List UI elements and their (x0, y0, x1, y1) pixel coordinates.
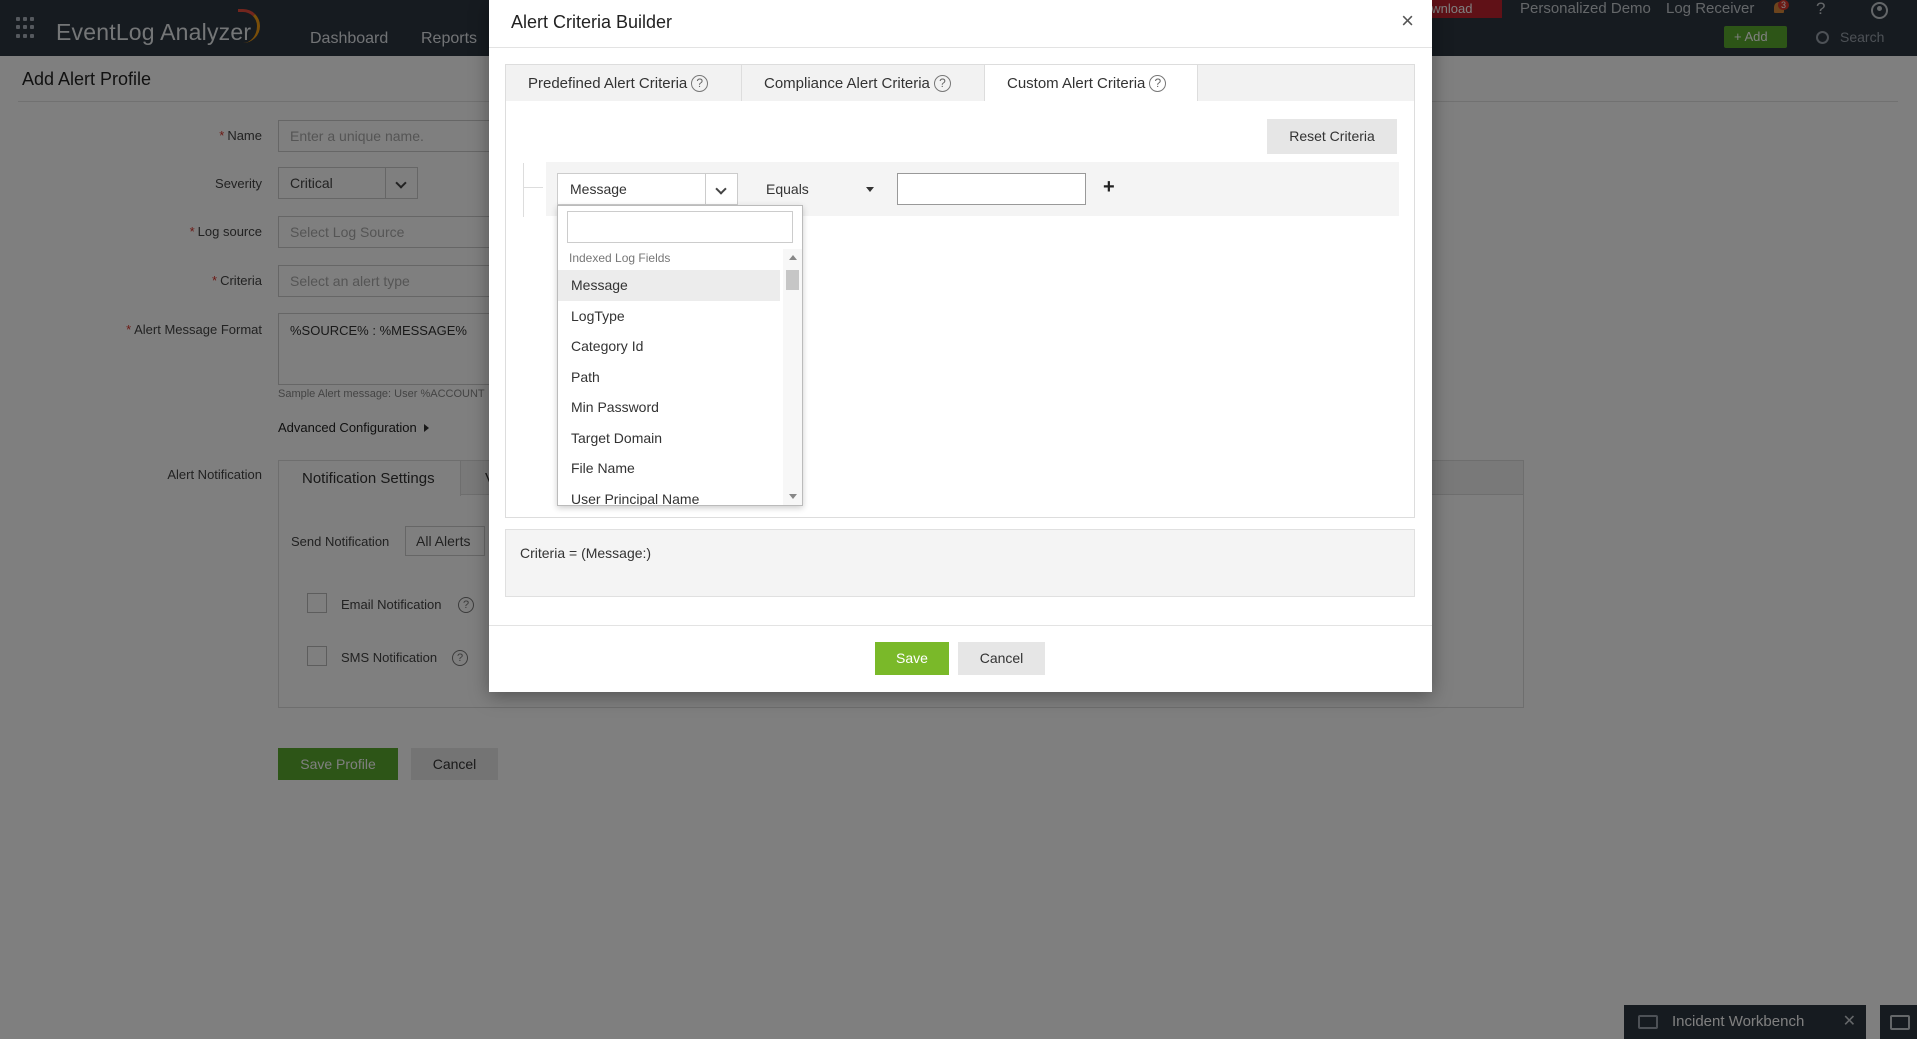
modal-title: Alert Criteria Builder (511, 12, 673, 32)
tab-predefined-alert-criteria[interactable]: Predefined Alert Criteria? (506, 65, 742, 102)
field-select-value: Message (570, 181, 627, 197)
dropdown-search-input[interactable] (567, 211, 793, 243)
tab-label: Predefined Alert Criteria (528, 75, 688, 92)
dropdown-option-category-id[interactable]: Category Id (558, 331, 780, 362)
help-icon[interactable]: ? (691, 74, 709, 92)
divider (489, 47, 1432, 48)
cancel-button[interactable]: Cancel (958, 642, 1045, 675)
dropdown-option-path[interactable]: Path (558, 362, 780, 393)
tab-compliance-alert-criteria[interactable]: Compliance Alert Criteria? (742, 65, 985, 102)
tab-custom-alert-criteria[interactable]: Custom Alert Criteria? (985, 65, 1198, 103)
tab-label: Compliance Alert Criteria (764, 75, 930, 92)
dropdown-option-user-principal-name[interactable]: User Principal Name (558, 484, 780, 506)
chevron-down-icon (705, 174, 737, 204)
scroll-up-icon[interactable] (789, 255, 797, 260)
add-condition-icon[interactable]: + (1103, 172, 1115, 202)
dropdown-scrollbar[interactable] (783, 249, 802, 505)
tree-line (523, 163, 524, 217)
criteria-value-input[interactable] (897, 173, 1086, 205)
dropdown-option-message[interactable]: Message (558, 270, 780, 301)
criteria-tabs: Predefined Alert Criteria? Compliance Al… (505, 64, 1415, 103)
dropdown-option-target-domain[interactable]: Target Domain (558, 423, 780, 454)
field-select[interactable]: Message (557, 173, 738, 205)
reset-criteria-button[interactable]: Reset Criteria (1267, 119, 1397, 154)
dropdown-option-file-name[interactable]: File Name (558, 453, 780, 484)
divider (489, 625, 1432, 626)
criteria-summary: Criteria = (Message:) (505, 529, 1415, 597)
scroll-down-icon[interactable] (789, 494, 797, 499)
scroll-thumb[interactable] (786, 270, 799, 290)
field-dropdown: Indexed Log Fields Message LogType Categ… (557, 205, 803, 506)
tab-label: Custom Alert Criteria (1007, 75, 1146, 92)
close-icon[interactable]: × (1401, 8, 1414, 34)
operator-select[interactable]: Equals (754, 173, 884, 205)
help-icon[interactable]: ? (933, 74, 951, 92)
dropdown-option-logtype[interactable]: LogType (558, 301, 780, 332)
dropdown-group-label: Indexed Log Fields (569, 251, 671, 265)
dropdown-option-min-password[interactable]: Min Password (558, 392, 780, 423)
dropdown-list: Message LogType Category Id Path Min Pas… (558, 270, 780, 506)
tree-line (523, 187, 543, 188)
help-icon[interactable]: ? (1149, 74, 1167, 92)
save-button[interactable]: Save (875, 642, 949, 675)
alert-criteria-builder-modal: Alert Criteria Builder × Predefined Aler… (489, 0, 1432, 692)
